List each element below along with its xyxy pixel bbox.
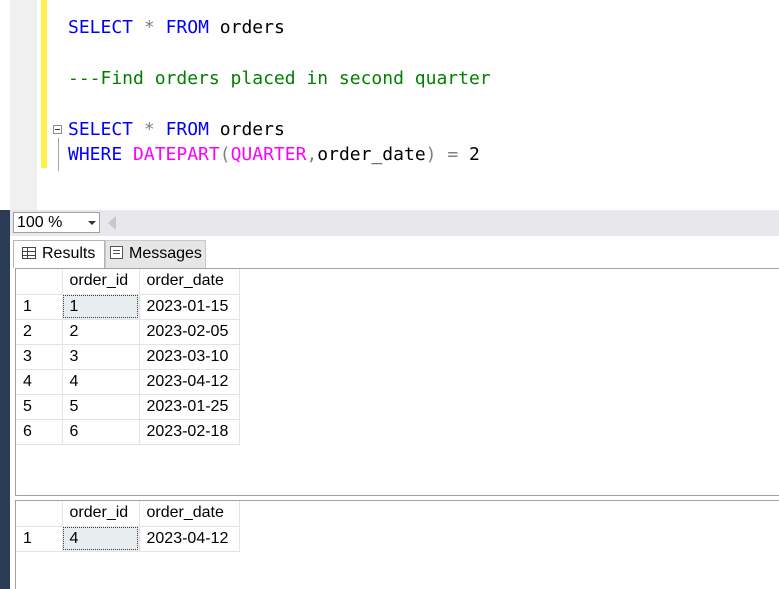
query-editor[interactable]: SELECT * FROM orders ---Find orders plac… <box>0 0 779 210</box>
row-number[interactable]: 1 <box>16 294 63 320</box>
zoom-dropdown[interactable]: 100 % <box>13 212 100 233</box>
cell-order-id[interactable]: 2 <box>62 319 140 345</box>
zoom-value: 100 % <box>17 214 63 231</box>
code-line-3[interactable]: SELECT * FROM orders <box>68 119 285 141</box>
cell-order-date[interactable]: 2023-04-12 <box>139 526 240 552</box>
cell-order-date[interactable]: 2023-02-05 <box>139 319 240 345</box>
cell-order-date[interactable]: 2023-01-25 <box>139 394 240 420</box>
column-header-order-date[interactable]: order_date <box>139 501 240 527</box>
header-row: order_id order_date <box>16 269 240 295</box>
column-header-order-id[interactable]: order_id <box>62 501 140 527</box>
table-name: orders <box>219 17 285 38</box>
row-number[interactable]: 5 <box>16 394 63 420</box>
table-row[interactable]: 2 2 2023-02-05 <box>16 319 240 345</box>
tab-results-label: Results <box>42 245 96 262</box>
results-tab-strip: Results Messages <box>10 236 779 268</box>
result-grid-1[interactable]: order_id order_date 1 1 2023-01-15 2 2 2… <box>15 268 779 496</box>
fold-region-line <box>58 138 59 171</box>
row-number-header <box>16 501 63 527</box>
row-number[interactable]: 6 <box>16 419 63 445</box>
operator-star: * <box>143 119 155 140</box>
cell-order-date[interactable]: 2023-02-18 <box>139 419 240 445</box>
cell-order-id[interactable]: 1 <box>62 294 140 320</box>
tab-messages[interactable]: Messages <box>105 240 206 268</box>
table-row[interactable]: 3 3 2023-03-10 <box>16 344 240 370</box>
row-number[interactable]: 1 <box>16 526 63 552</box>
scroll-left-arrow-icon[interactable] <box>108 216 116 230</box>
sql-comment: ---Find orders placed in second quarter <box>68 68 491 89</box>
chevron-down-icon[interactable] <box>88 221 96 225</box>
result-grid-2[interactable]: order_id order_date 1 4 2023-04-12 <box>15 500 779 589</box>
grid-icon <box>22 247 36 259</box>
keyword-from: FROM <box>165 119 209 140</box>
cell-order-id[interactable]: 3 <box>62 344 140 370</box>
table-row[interactable]: 6 6 2023-02-18 <box>16 419 240 445</box>
row-number-header <box>16 269 63 295</box>
editor-gutter <box>10 0 37 210</box>
change-tracking-bar <box>41 0 47 168</box>
tab-messages-label: Messages <box>129 245 202 262</box>
cell-order-id[interactable]: 4 <box>62 526 140 552</box>
cell-order-id[interactable]: 4 <box>62 369 140 395</box>
arg-quarter: QUARTER <box>230 144 307 165</box>
arg-order-date: order_date <box>317 144 426 165</box>
table-name: orders <box>219 119 285 140</box>
code-line-1[interactable]: SELECT * FROM orders <box>68 17 285 39</box>
row-number[interactable]: 4 <box>16 369 63 395</box>
comma: , <box>306 144 318 165</box>
table-row[interactable]: 1 4 2023-04-12 <box>16 526 240 552</box>
table-row[interactable]: 5 5 2023-01-25 <box>16 394 240 420</box>
table-row[interactable]: 4 4 2023-04-12 <box>16 369 240 395</box>
open-paren: ( <box>219 144 231 165</box>
operator-equals: = <box>447 144 459 165</box>
keyword-select: SELECT <box>68 119 134 140</box>
table-row[interactable]: 1 1 2023-01-15 <box>16 294 240 320</box>
messages-icon <box>110 246 123 259</box>
code-line-4[interactable]: WHERE DATEPART(QUARTER,order_date) = 2 <box>68 144 480 166</box>
keyword-where: WHERE <box>68 144 123 165</box>
cell-order-date[interactable]: 2023-01-15 <box>139 294 240 320</box>
close-paren: ) <box>425 144 437 165</box>
keyword-select: SELECT <box>68 17 134 38</box>
collapse-region-icon[interactable] <box>53 125 62 134</box>
operator-star: * <box>143 17 155 38</box>
literal-value: 2 <box>469 144 480 165</box>
column-header-order-id[interactable]: order_id <box>62 269 140 295</box>
horizontal-scrollbar[interactable] <box>122 210 779 236</box>
header-row: order_id order_date <box>16 501 240 527</box>
tab-results[interactable]: Results <box>13 240 105 268</box>
keyword-from: FROM <box>165 17 209 38</box>
cell-order-id[interactable]: 5 <box>62 394 140 420</box>
result-table-2: order_id order_date 1 4 2023-04-12 <box>16 501 240 552</box>
function-datepart: DATEPART <box>133 144 220 165</box>
cell-order-date[interactable]: 2023-03-10 <box>139 344 240 370</box>
row-number[interactable]: 2 <box>16 319 63 345</box>
editor-status-bar: 100 % <box>10 210 779 236</box>
cell-order-id[interactable]: 6 <box>62 419 140 445</box>
cell-order-date[interactable]: 2023-04-12 <box>139 369 240 395</box>
code-line-comment[interactable]: ---Find orders placed in second quarter <box>68 68 491 90</box>
row-number[interactable]: 3 <box>16 344 63 370</box>
column-header-order-date[interactable]: order_date <box>139 269 240 295</box>
result-table-1: order_id order_date 1 1 2023-01-15 2 2 2… <box>16 269 240 445</box>
